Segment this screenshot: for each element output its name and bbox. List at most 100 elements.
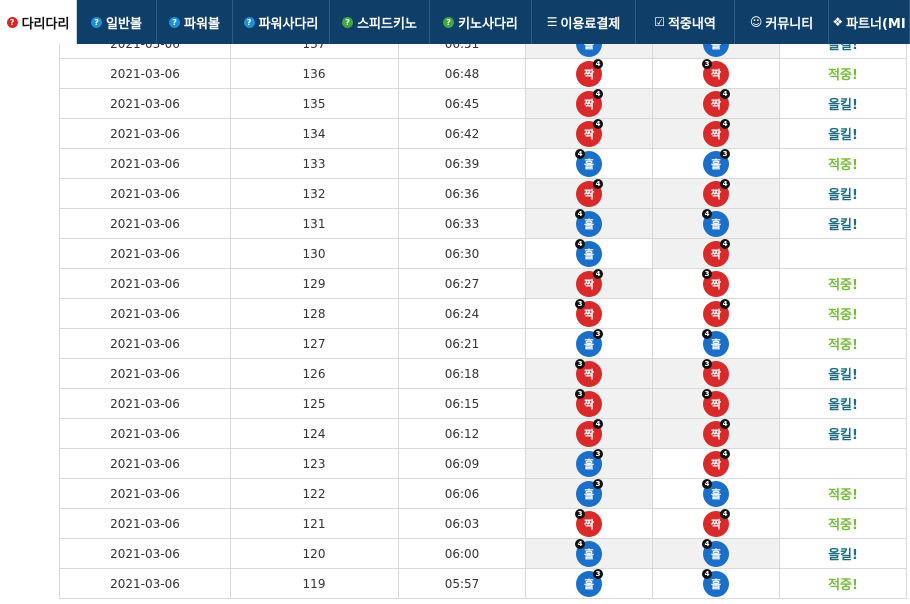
- table-row: 2021-03-06 120 06:00 홀 4 홀 4 올킬!: [59, 538, 907, 569]
- table-row: 2021-03-06 124 06:12 짝 4 짝 4 올킬!: [59, 418, 907, 449]
- result-ball-cell: 홀3: [653, 148, 780, 179]
- results-table: 2021-03-0613706:51홀3홀4올킬!2021-03-0613606…: [59, 44, 907, 604]
- line-count-badge: 4: [575, 148, 585, 159]
- time-cell: 06:48: [399, 59, 526, 89]
- date-cell: 2021-03-06: [59, 269, 231, 299]
- even-ball: 짝4: [703, 88, 730, 117]
- odd-ball: 홀3: [576, 44, 602, 57]
- table-row: 2021-03-06 136 06:48 짝 4 짝 3 적중!: [59, 58, 907, 89]
- table-row: 2021-03-06 131 06:33 홀 4 홀 4 올킬!: [59, 208, 907, 239]
- line-count-badge: 4: [720, 448, 730, 459]
- table-row: 2021-03-06 129 06:27 짝 4 짝 3 적중!: [59, 268, 907, 299]
- result-ball-cell: 짝3: [526, 388, 653, 419]
- date-cell: 2021-03-06: [59, 209, 231, 239]
- date-cell: 2021-03-06: [59, 44, 231, 59]
- nav-tab-3[interactable]: ? 파워사다리: [233, 0, 330, 44]
- nav-tab-label: 다리다리: [21, 16, 70, 32]
- nav-tab-6[interactable]: ☰ 이용료결제: [532, 0, 636, 44]
- time-cell: 06:06: [399, 479, 526, 509]
- result-text: 올킬!: [780, 44, 907, 59]
- result-ball-cell: 짝4: [653, 508, 780, 539]
- nav-tab-2[interactable]: ? 파워볼: [157, 0, 233, 44]
- nav-tab-8[interactable]: ☺ 커뮤니티: [735, 0, 829, 44]
- table-row: 2021-03-06 128 06:24 짝 3 짝 4 적중!: [59, 298, 907, 329]
- line-count-badge: 4: [575, 238, 585, 249]
- nav-tab-9[interactable]: ❖ 파트너(MI: [829, 0, 910, 44]
- nav-tab-1[interactable]: ? 일반볼: [77, 0, 157, 44]
- nav-tab-4[interactable]: ? 스피드키노: [330, 0, 430, 44]
- nav-tab-label: 파워사다리: [258, 16, 319, 32]
- ball-label: 홀: [583, 337, 595, 351]
- date-cell: 2021-03-06: [59, 479, 231, 509]
- even-ball: 짝4: [576, 118, 603, 147]
- nav-tab-5[interactable]: ? 키노사다리: [430, 0, 532, 44]
- time-cell: 06:27: [399, 269, 526, 299]
- result-ball-cell: 짝3: [526, 358, 653, 389]
- line-count-badge: 4: [720, 508, 730, 519]
- ball-label: 짝: [710, 97, 722, 111]
- ball-label: 홀: [583, 247, 595, 261]
- result-text: [780, 449, 907, 479]
- round-cell: 132: [230, 179, 399, 209]
- date-cell: 2021-03-06: [59, 359, 231, 389]
- line-count-badge: 3: [593, 328, 603, 339]
- nav-tab-label: 커뮤니티: [765, 16, 814, 32]
- odd-ball: 홀4: [703, 44, 729, 57]
- round-cell: 125: [230, 389, 399, 419]
- ball-label: 짝: [583, 427, 595, 441]
- ball-label: 짝: [710, 517, 722, 531]
- result-ball-cell: 홀4: [653, 328, 780, 359]
- time-cell: 06:33: [399, 209, 526, 239]
- even-ball: 짝3: [702, 388, 729, 417]
- result-ball-cell: 짝4: [653, 448, 780, 479]
- round-cell: 130: [230, 239, 399, 269]
- ball-label: 홀: [710, 547, 722, 561]
- date-cell: 2021-03-06: [59, 179, 231, 209]
- result-ball-cell: 홀4: [526, 238, 653, 269]
- nav-tab-label: 파트너(MI: [846, 16, 906, 32]
- time-cell: 06:18: [399, 359, 526, 389]
- even-ball: 짝4: [703, 418, 730, 447]
- result-ball-cell: 홀4: [653, 538, 780, 569]
- round-cell: 120: [230, 539, 399, 569]
- ball-label: 짝: [710, 367, 722, 381]
- result-text: 올킬!: [780, 419, 907, 449]
- result-ball-cell: 짝3: [526, 508, 653, 539]
- line-count-badge: 3: [593, 568, 603, 579]
- result-ball-cell: 홀3: [526, 448, 653, 479]
- date-cell: 2021-03-06: [59, 329, 231, 359]
- line-count-badge: 3: [702, 358, 712, 369]
- round-cell: 136: [230, 59, 399, 89]
- ball-label: 홀: [710, 217, 722, 231]
- nav-tab-0[interactable]: ? 다리다리: [0, 0, 77, 44]
- line-count-badge: 4: [720, 88, 730, 99]
- table-row: 2021-03-06 122 06:06 홀 3 홀 4 적중!: [59, 478, 907, 509]
- date-cell: 2021-03-06: [59, 239, 231, 269]
- even-ball: 짝3: [575, 358, 602, 387]
- ball-label: 짝: [583, 187, 595, 201]
- ball-label: 짝: [710, 307, 722, 321]
- result-text: 올킬!: [780, 179, 907, 209]
- nav-tab-label: 적중내역: [667, 16, 716, 32]
- nav-tab-7[interactable]: ☑ 적중내역: [636, 0, 735, 44]
- ball-label: 홀: [583, 487, 595, 501]
- line-count-badge: 3: [575, 508, 585, 519]
- line-count-badge: 4: [593, 88, 603, 99]
- table-row: 2021-03-06 132 06:36 짝 4 짝 4 올킬!: [59, 178, 907, 209]
- time-cell: 06:21: [399, 329, 526, 359]
- ball-label: 짝: [583, 277, 595, 291]
- date-cell: 2021-03-06: [59, 419, 231, 449]
- time-cell: 06:09: [399, 449, 526, 479]
- line-count-badge: 4: [593, 118, 603, 129]
- ball-label: 홀: [710, 577, 722, 591]
- line-count-badge: 4: [575, 538, 585, 549]
- question-circle-icon: ?: [169, 16, 181, 28]
- ball-label: 짝: [583, 367, 595, 381]
- result-ball-cell: 홀3: [526, 328, 653, 359]
- round-cell: 127: [230, 329, 399, 359]
- line-count-badge: 3: [702, 58, 712, 69]
- check-square-icon: ☑: [654, 15, 665, 29]
- result-text: 올킬!: [780, 89, 907, 119]
- result-ball-cell: 홀3: [526, 478, 653, 509]
- round-cell: 131: [230, 209, 399, 239]
